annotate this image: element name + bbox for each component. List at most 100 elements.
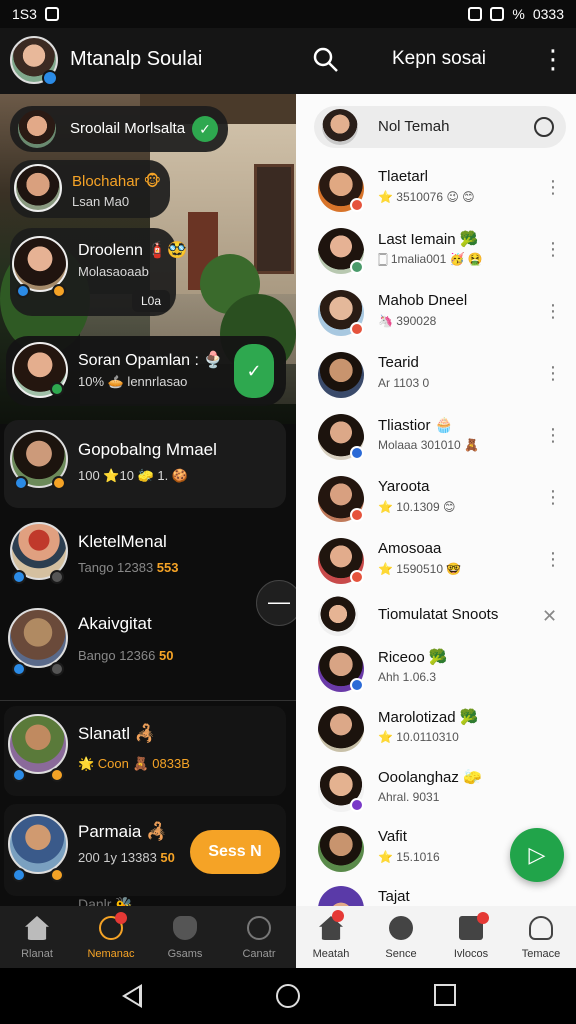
status-badge: [350, 570, 364, 584]
chat-name: Slanatl 🦂: [78, 724, 156, 743]
chat-preview-text: Tango 12383: [78, 560, 157, 575]
contact-row[interactable]: Ooolanghaz 🧽 Ahral. 9031: [296, 760, 576, 822]
check-icon[interactable]: ✓: [234, 344, 274, 398]
nav-item-home[interactable]: Meatah: [296, 906, 366, 968]
chat-item[interactable]: Slanatl 🦂 🌟 Coon 🧸 0833B: [4, 706, 286, 796]
notification-badge: [115, 912, 128, 924]
more-options-icon[interactable]: ⋮: [544, 236, 562, 262]
contact-row[interactable]: Tlaetarl ⭐ 3510076 😉 😊 ⋮: [296, 160, 576, 222]
status-badge: [50, 662, 64, 676]
chat-list-panel: Sroolail Morlsalta ✓ Blochahar 🐵 Lsan Ma…: [0, 94, 296, 906]
contact-row-expanded[interactable]: Tiomulatat Snoots ✕: [296, 594, 576, 638]
contact-row[interactable]: Tearid Ar 1103 0 ⋮: [296, 346, 576, 408]
chat-item[interactable]: Danlr 🐝: [0, 896, 296, 906]
more-options-icon[interactable]: ⋮: [544, 174, 562, 200]
status-badge: [12, 768, 26, 782]
contact-row[interactable]: Marolotizad 🥦 ⭐ 10.0110310: [296, 700, 576, 762]
chat-preview: 10% 🥧 lennrlasao: [78, 374, 188, 389]
chat-name: Parmaia 🦂: [78, 822, 168, 841]
contact-row[interactable]: Tajat: [296, 880, 576, 906]
nav-item-games[interactable]: Gsams: [148, 906, 222, 968]
nav-item-home[interactable]: Rlanat: [0, 906, 74, 968]
chat-preview: 200 1y 13383 50: [78, 850, 175, 865]
more-options-icon[interactable]: ⋮: [544, 484, 562, 510]
nav-label: Canatr: [242, 948, 276, 960]
status-badge: [50, 768, 64, 782]
nav-label: Sence: [385, 948, 417, 960]
status-badge: [350, 260, 364, 274]
contact-row[interactable]: Tliastior 🧁 Molaaa 301010 🧸 ⋮: [296, 408, 576, 470]
contact-status: ⭐ 10.1309 😊: [378, 500, 456, 514]
status-badge: [50, 570, 64, 584]
contact-name: Tearid: [378, 354, 419, 371]
chat-item[interactable]: Sroolail Morlsalta ✓: [10, 106, 228, 152]
status-badge: [16, 284, 30, 298]
battery-percent: %: [512, 6, 525, 22]
search-icon[interactable]: [312, 46, 340, 74]
home-circle-icon[interactable]: [276, 984, 300, 1008]
search-icon[interactable]: [534, 117, 554, 137]
avatar: [318, 886, 364, 906]
contact-row[interactable]: Mahob Dneel 🦄 390028 ⋮: [296, 284, 576, 346]
check-icon[interactable]: ✓: [192, 116, 218, 142]
chat-name: Sroolail Morlsalta: [70, 120, 186, 137]
chat-name: Danlr 🐝: [78, 896, 133, 906]
recents-icon[interactable]: [434, 984, 456, 1006]
nav-label: Rlanat: [21, 948, 53, 960]
chat-preview: Bango 12366 50: [78, 648, 173, 663]
avatar: [18, 110, 56, 148]
divider: [0, 700, 296, 701]
back-icon[interactable]: [122, 984, 142, 1008]
app-bar: Mtanalp Soulai Kepn sosai ⋮: [0, 28, 576, 94]
contact-row[interactable]: Amosoaa ⭐ 1590510 🤓 ⋮: [296, 532, 576, 594]
chat-item[interactable]: Akaivgitat Bango 12366 50: [0, 600, 256, 690]
chat-item[interactable]: Blochahar 🐵 Lsan Ma0: [10, 160, 170, 218]
avatar: [318, 352, 364, 398]
avatar: [318, 596, 358, 636]
more-options-icon[interactable]: ⋮: [544, 298, 562, 324]
avatar: [8, 814, 68, 874]
contact-name: Tiomulatat Snoots: [378, 606, 499, 623]
chat-name: Akaivgitat: [78, 614, 152, 633]
status-badge: [52, 284, 66, 298]
more-options-icon[interactable]: ⋮: [544, 546, 562, 572]
alarm-icon: [468, 7, 483, 21]
contact-name: Yaroota: [378, 478, 430, 495]
chat-count: 50: [160, 850, 175, 865]
contact-row[interactable]: Last Iemain 🥦 🀆 1malia001 🥳 🤮 ⋮: [296, 222, 576, 284]
nav-item-settings[interactable]: Sence: [366, 906, 436, 968]
search-label: Nol Temah: [378, 118, 450, 135]
status-right: % 0333: [468, 6, 564, 22]
chat-count: 553: [156, 560, 179, 575]
nav-item-inbox[interactable]: Ivlocos: [436, 906, 506, 968]
status-badge: [350, 198, 364, 212]
contact-name: Mahob Dneel: [378, 292, 468, 309]
status-badge: [350, 446, 364, 460]
send-icon[interactable]: ▷: [510, 828, 564, 882]
contact-name: Ooolanghaz 🧽: [378, 769, 482, 786]
chat-item-selected[interactable]: Soran Opamlan : 🍨 10% 🥧 lennrlasao ✓: [6, 336, 286, 406]
status-badge: [50, 868, 64, 882]
contact-search[interactable]: Nol Temah: [314, 106, 566, 148]
notification-badge: [332, 910, 345, 922]
contact-row[interactable]: Riceoo 🥦 Ahh 1.06.3: [296, 640, 576, 702]
nav-item-profile[interactable]: Temace: [506, 906, 576, 968]
more-options-icon[interactable]: ⋮: [544, 360, 562, 386]
send-button[interactable]: Sess N: [190, 830, 280, 874]
contact-status: 🦄 390028: [378, 314, 437, 328]
contact-name: Amosoaa: [378, 540, 442, 557]
chat-item[interactable]: KletelMenal Tango 12383 553: [0, 514, 296, 594]
chat-item[interactable]: Gopobalng Mmael 100 ⭐10 🧽 1. 🍪: [4, 420, 286, 508]
chat-tag: L0a: [132, 290, 170, 312]
status-badge: [12, 662, 26, 676]
mask-icon: [173, 916, 197, 940]
contact-row[interactable]: Yaroota ⭐ 10.1309 😊 ⋮: [296, 470, 576, 532]
more-options-icon[interactable]: ⋮: [540, 44, 566, 76]
more-options-icon[interactable]: ⋮: [544, 422, 562, 448]
profile-status-badge: [42, 70, 58, 86]
close-icon[interactable]: ✕: [542, 606, 557, 627]
status-badge: [50, 382, 64, 396]
status-badge: [350, 678, 364, 692]
nav-item-active[interactable]: Nemanac: [74, 906, 148, 968]
nav-item-search[interactable]: Canatr: [222, 906, 296, 968]
